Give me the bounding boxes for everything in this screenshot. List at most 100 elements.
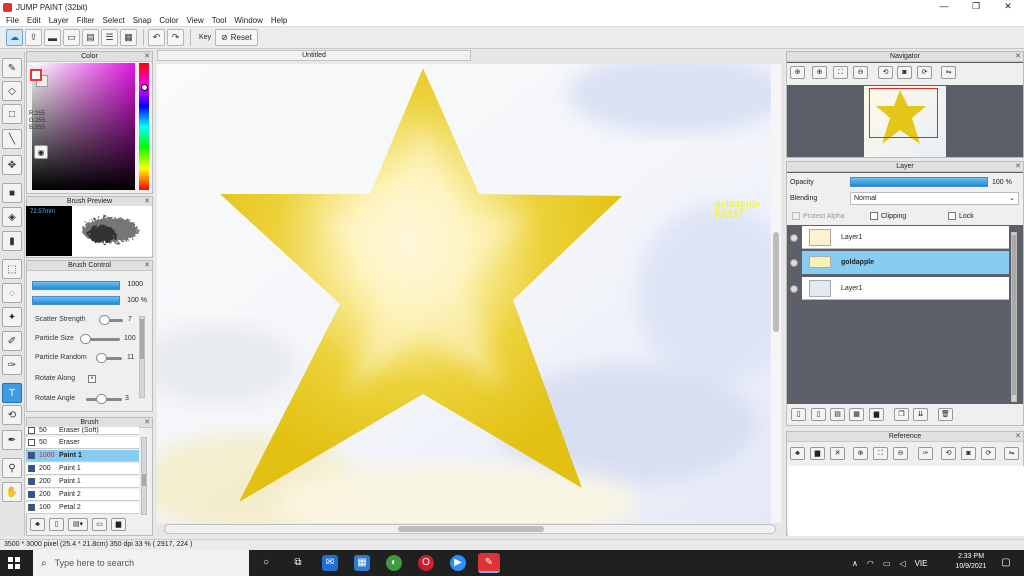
folder-icon[interactable]: ▆ <box>111 518 126 531</box>
layer-list-scrollbar[interactable] <box>1011 232 1017 402</box>
scrollbar-thumb[interactable] <box>140 319 144 359</box>
magic-wand-tool-icon[interactable]: ✦ <box>2 307 22 327</box>
visibility-icon[interactable] <box>790 285 798 293</box>
lasso-tool-icon[interactable]: ◌ <box>2 283 22 303</box>
zoom-in-alt-icon[interactable]: ⊕ <box>812 66 827 79</box>
brush-list-scrollbar[interactable] <box>141 437 147 515</box>
menu-snap[interactable]: Snap <box>133 16 152 25</box>
rotate-left-icon[interactable]: ⟲ <box>878 66 893 79</box>
task-view-icon[interactable]: ⧉ <box>290 555 306 571</box>
reference-flip-icon[interactable]: ⇋ <box>1004 447 1019 460</box>
layer-row[interactable]: Layer1 <box>802 226 1009 249</box>
cortana-icon[interactable]: ○ <box>258 555 274 571</box>
taskbar-clock[interactable]: 2:33 PM 10/9/2021 <box>948 552 994 572</box>
move-tool-icon[interactable]: ✥ <box>2 155 22 175</box>
store-icon[interactable]: ▦ <box>354 555 370 571</box>
foreground-color-swatch[interactable] <box>30 69 42 81</box>
select-eraser-tool-icon[interactable]: ✑ <box>2 355 22 375</box>
reference-reset-icon[interactable]: ◙ <box>961 447 976 460</box>
windows-start-icon[interactable] <box>8 557 20 569</box>
slider-handle[interactable] <box>80 334 91 344</box>
new-layer-icon[interactable]: ▯ <box>791 408 806 421</box>
grid-icon[interactable]: ▦ <box>120 29 137 46</box>
close-button[interactable]: ✕ <box>992 0 1024 14</box>
minimize-button[interactable]: — <box>928 0 960 14</box>
menu-view[interactable]: View <box>187 16 204 25</box>
close-icon[interactable]: ✕ <box>1015 432 1021 442</box>
gradient-tool-icon[interactable]: ▮ <box>2 231 22 251</box>
zoom-in-icon[interactable]: ⊕ <box>790 66 805 79</box>
menu-window[interactable]: Window <box>234 16 262 25</box>
close-icon[interactable]: ✕ <box>1015 162 1021 172</box>
reset-view-icon[interactable]: ◙ <box>897 66 912 79</box>
scrollbar-thumb[interactable] <box>773 232 779 332</box>
language-indicator[interactable]: VIE <box>915 559 928 568</box>
pen-tool-icon[interactable]: ✒ <box>2 430 22 450</box>
menu-file[interactable]: File <box>6 16 19 25</box>
menu-tool[interactable]: Tool <box>212 16 227 25</box>
merge-layer-icon[interactable]: ⇊ <box>913 408 928 421</box>
coccoc-browser-icon[interactable]: ◐ <box>386 555 402 571</box>
speech-bubble-icon[interactable]: ▬ <box>44 29 61 46</box>
reference-zoom-out-icon[interactable]: ⊖ <box>893 447 908 460</box>
eyedropper-tool-icon[interactable]: ⚲ <box>2 458 22 478</box>
wifi-icon[interactable]: ◠ <box>867 559 874 568</box>
bucket-tool-icon[interactable]: ◈ <box>2 207 22 227</box>
export-icon[interactable]: ⇪ <box>25 29 42 46</box>
new-vector-layer-icon[interactable]: ▯ <box>811 408 826 421</box>
scrollbar-thumb[interactable] <box>142 474 146 486</box>
cloud-icon[interactable]: ☁ <box>6 29 23 46</box>
document-icon[interactable]: ▤ <box>82 29 99 46</box>
select-pen-tool-icon[interactable]: ✐ <box>2 331 22 351</box>
close-icon[interactable]: ✕ <box>1015 52 1021 62</box>
eraser-tool-icon[interactable]: ◇ <box>2 81 22 101</box>
reference-zoom-in-icon[interactable]: ⊕ <box>853 447 868 460</box>
maximize-button[interactable]: ❐ <box>960 0 992 14</box>
brush-item[interactable]: 50 Eraser (Soft) <box>26 427 139 435</box>
battery-icon[interactable]: ▭ <box>883 559 891 568</box>
canvas-vertical-scrollbar[interactable] <box>771 64 781 523</box>
brush-item[interactable]: 200 Paint 1 <box>26 476 139 488</box>
navigator-viewport-rect[interactable] <box>869 88 938 138</box>
layer-opacity-bar[interactable] <box>850 177 988 187</box>
blending-select[interactable]: Normal ⌄ <box>850 192 1019 205</box>
clipping-checkbox[interactable] <box>870 212 878 220</box>
hue-slider[interactable] <box>139 63 149 190</box>
scatter-strength-slider[interactable] <box>99 315 123 325</box>
brush-item[interactable]: 50 Eraser <box>26 437 139 449</box>
brush-item[interactable]: 200 Paint 2 <box>26 489 139 501</box>
protect-alpha-checkbox[interactable] <box>792 212 800 220</box>
palette-icon[interactable]: ◉ <box>34 145 48 159</box>
brush-menu-icon[interactable]: ▤▾ <box>68 518 88 531</box>
reference-fit-icon[interactable]: ⛶ <box>873 447 888 460</box>
scrollbar-thumb[interactable] <box>1012 235 1016 395</box>
rotate-right-icon[interactable]: ⟳ <box>917 66 932 79</box>
canvas-horizontal-scrollbar[interactable] <box>164 524 776 534</box>
delete-layer-icon[interactable]: 🗑 <box>938 408 953 421</box>
fit-icon[interactable]: ⛶ <box>833 66 848 79</box>
slider-handle[interactable] <box>99 315 110 325</box>
visibility-icon[interactable] <box>790 259 798 267</box>
brush-settings-icon[interactable]: ♣ <box>30 518 45 531</box>
reset-button[interactable]: ⊘ Reset <box>215 29 258 46</box>
brush-item[interactable]: 100 Petal 2 <box>26 502 139 514</box>
comment-icon[interactable]: ▭ <box>63 29 80 46</box>
close-icon[interactable]: ✕ <box>144 52 150 62</box>
opera-icon[interactable]: O <box>418 555 434 571</box>
rotate-along-checkbox[interactable]: × <box>88 375 96 383</box>
canvas[interactable]: goldapple hd247 <box>157 64 771 523</box>
reference-rotate-right-icon[interactable]: ⟳ <box>981 447 996 460</box>
remove-reference-icon[interactable]: ✕ <box>830 447 845 460</box>
close-icon[interactable]: ✕ <box>144 418 150 428</box>
scrollbar-thumb[interactable] <box>398 526 544 532</box>
hue-slider-handle[interactable] <box>141 84 148 91</box>
reference-eyedropper-icon[interactable]: ✑ <box>918 447 933 460</box>
open-reference-icon[interactable]: ▆ <box>810 447 825 460</box>
visibility-icon[interactable] <box>790 234 798 242</box>
line-tool-icon[interactable]: ╲ <box>2 129 22 149</box>
slider-handle[interactable] <box>96 394 107 404</box>
document-tab[interactable]: Untitled <box>157 50 471 61</box>
text-tool-icon[interactable]: T <box>2 383 22 403</box>
reference-settings-icon[interactable]: ♣ <box>790 447 805 460</box>
menu-edit[interactable]: Edit <box>27 16 41 25</box>
